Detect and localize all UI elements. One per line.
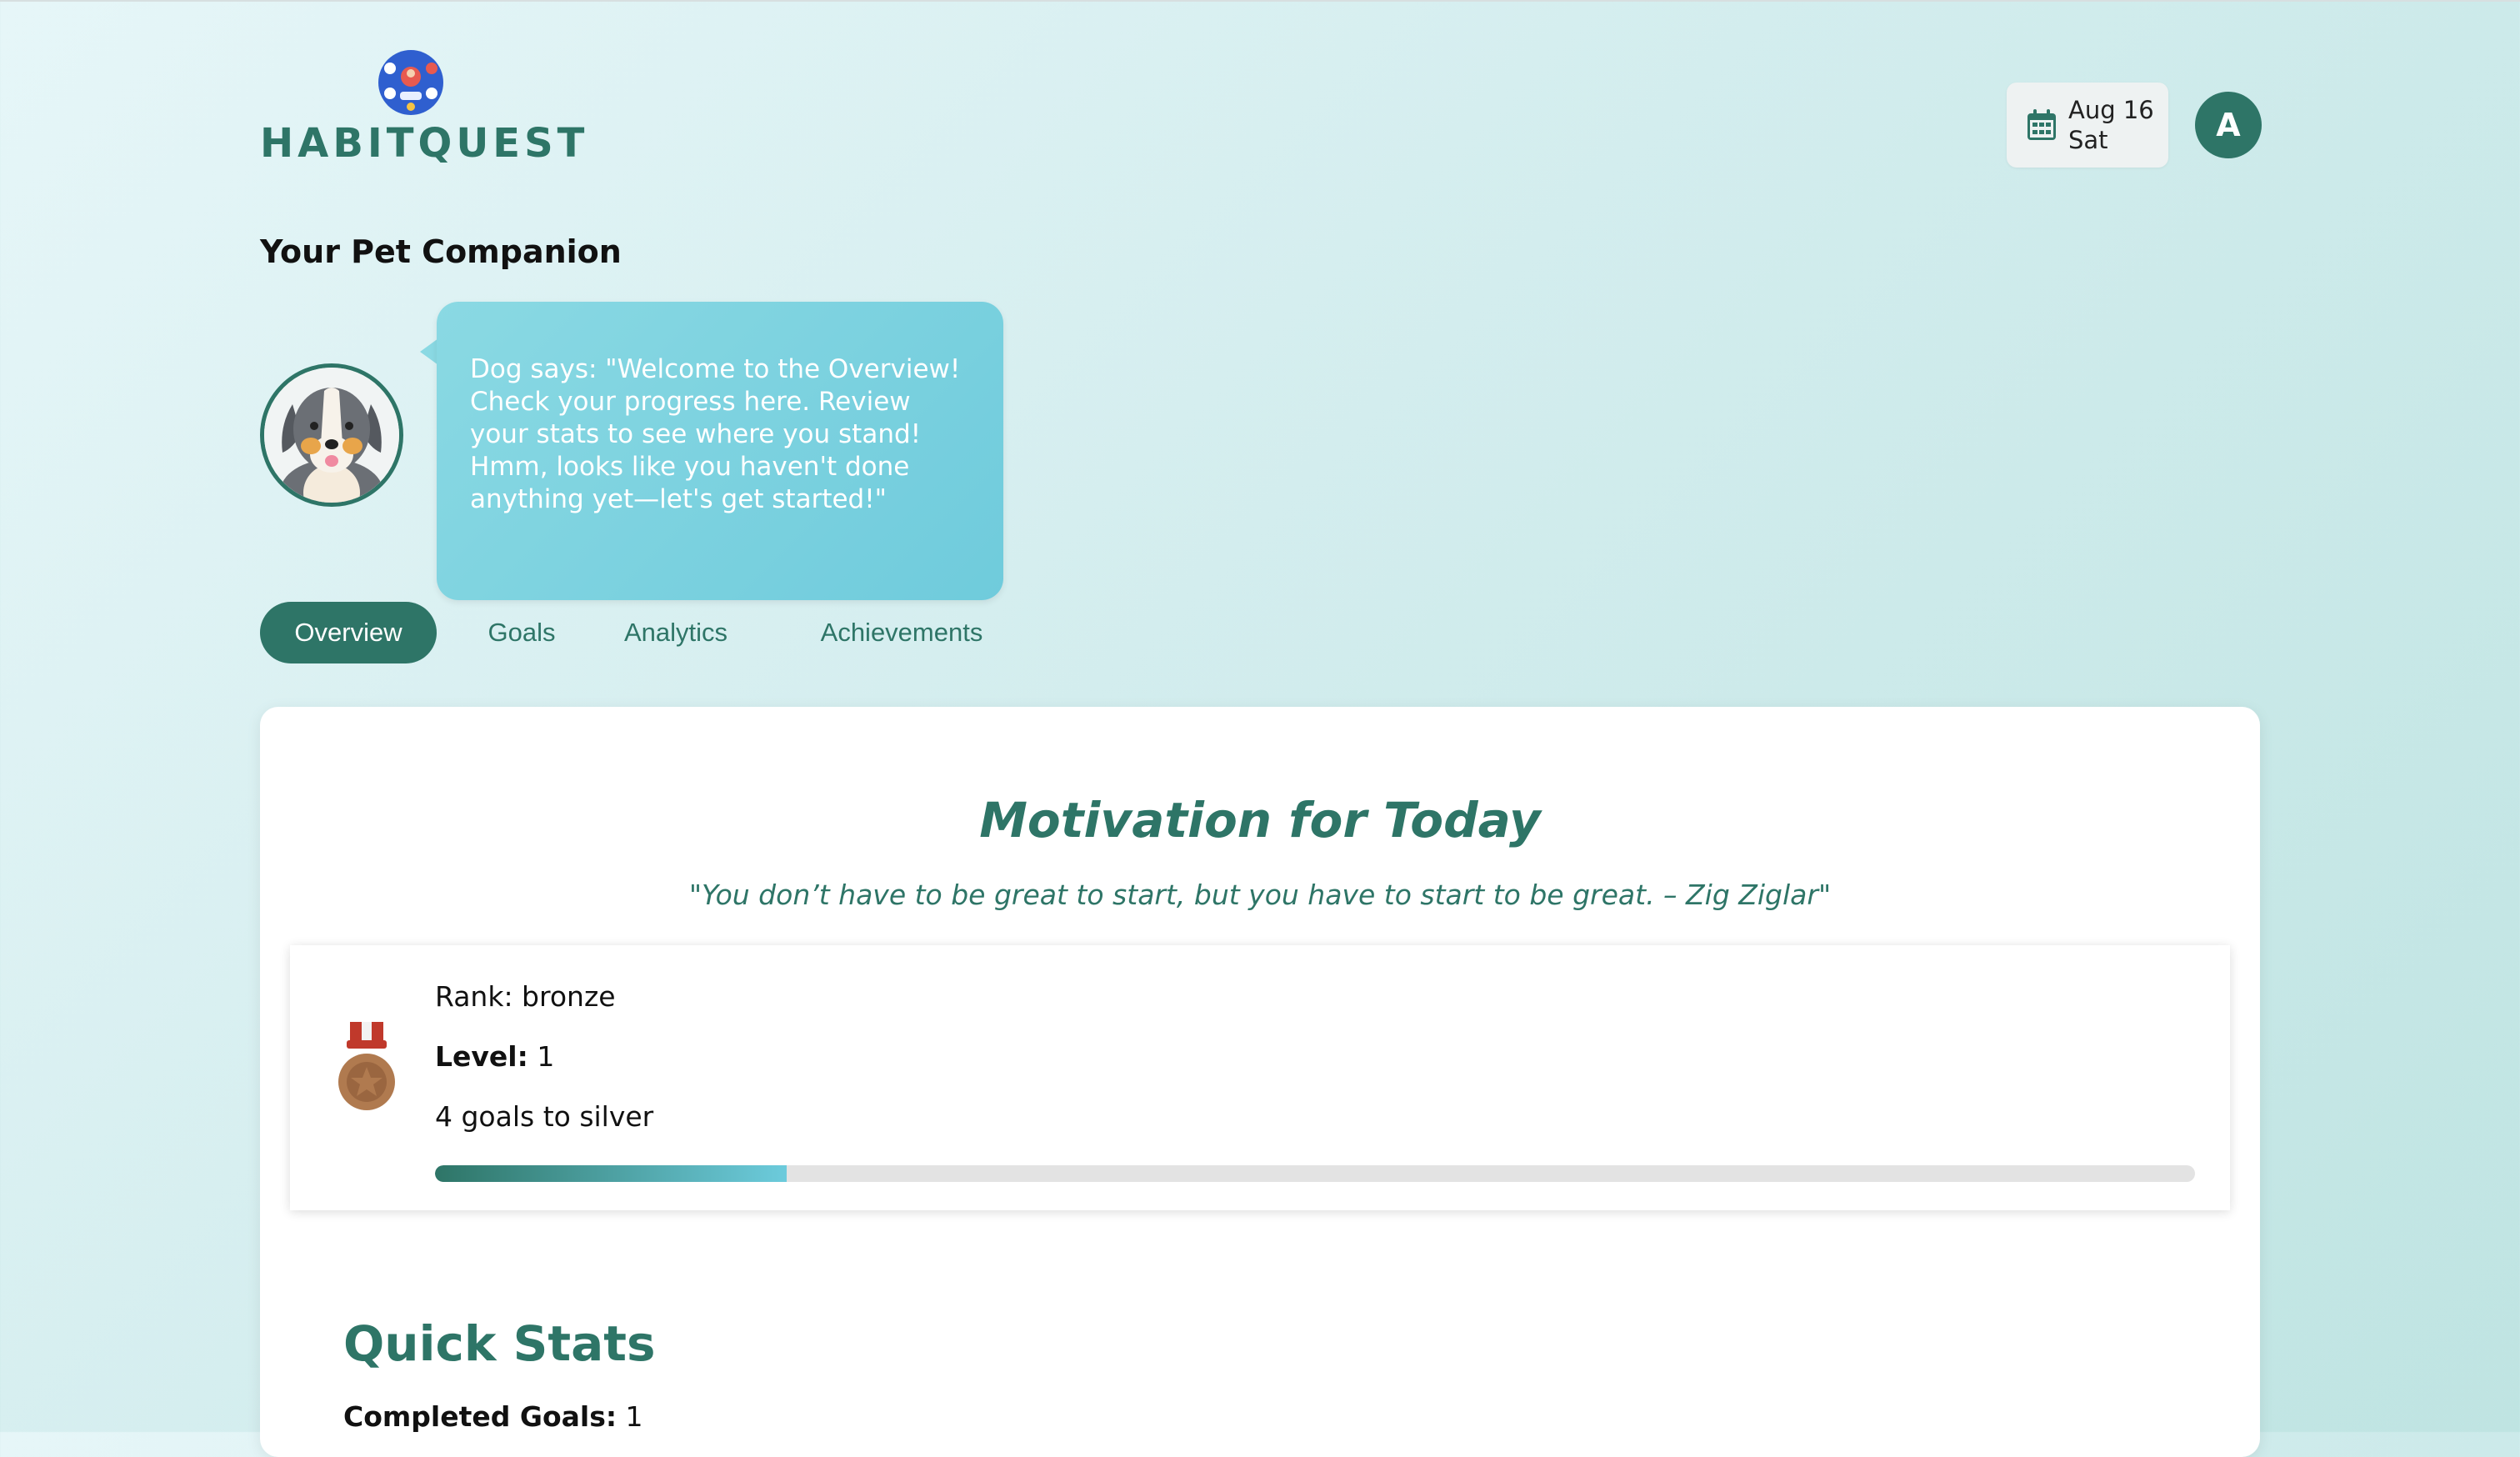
completed-goals-label: Completed Goals: — [343, 1400, 618, 1433]
bronze-medal-icon — [338, 1022, 395, 1110]
tab-analytics[interactable]: Analytics — [608, 602, 743, 663]
tab-overview[interactable]: Overview — [260, 602, 437, 663]
completed-goals-stat: Completed Goals: 1 — [343, 1400, 643, 1433]
user-avatar[interactable]: A — [2195, 92, 2262, 158]
rank-progress-fill — [435, 1165, 788, 1182]
rank-progress-bar — [435, 1165, 2195, 1182]
pet-speech-bubble: Dog says: "Welcome to the Overview! Chec… — [437, 302, 1003, 600]
window-top-border — [0, 0, 2520, 2]
speech-bubble-tail — [420, 338, 438, 365]
app-name: HABITQUEST — [260, 120, 589, 167]
calendar-icon — [2028, 109, 2056, 140]
logo-icon — [378, 50, 443, 115]
pet-message: Dog says: "Welcome to the Overview! Chec… — [470, 354, 961, 514]
date-weekday: Sat — [2068, 126, 2108, 154]
tab-goals[interactable]: Goals — [462, 602, 582, 663]
app-logo[interactable]: HABITQUEST — [260, 47, 589, 172]
tab-achievements[interactable]: Achievements — [805, 602, 998, 663]
goals-to-next-rank: 4 goals to silver — [435, 1100, 654, 1133]
quick-stats-title: Quick Stats — [343, 1315, 656, 1372]
date-month-day: Aug 16 — [2068, 96, 2154, 124]
overview-card: Motivation for Today "You don’t have to … — [260, 707, 2260, 1457]
rank-card: Rank: bronze Level: 1 4 goals to silver — [290, 945, 2230, 1210]
motivation-title: Motivation for Today — [979, 792, 1541, 849]
level-value: 1 — [537, 1040, 555, 1073]
motivation-quote: "You don’t have to be great to start, bu… — [688, 879, 1832, 911]
pet-avatar[interactable] — [260, 363, 403, 507]
pet-section-title: Your Pet Companion — [260, 233, 622, 270]
level-text: Level: 1 — [435, 1040, 554, 1073]
level-label: Level: — [435, 1040, 528, 1073]
dog-icon — [264, 368, 399, 503]
date-display[interactable]: Aug 16 Sat — [2007, 83, 2168, 168]
completed-goals-value: 1 — [625, 1400, 643, 1433]
rank-text: Rank: bronze — [435, 980, 616, 1013]
